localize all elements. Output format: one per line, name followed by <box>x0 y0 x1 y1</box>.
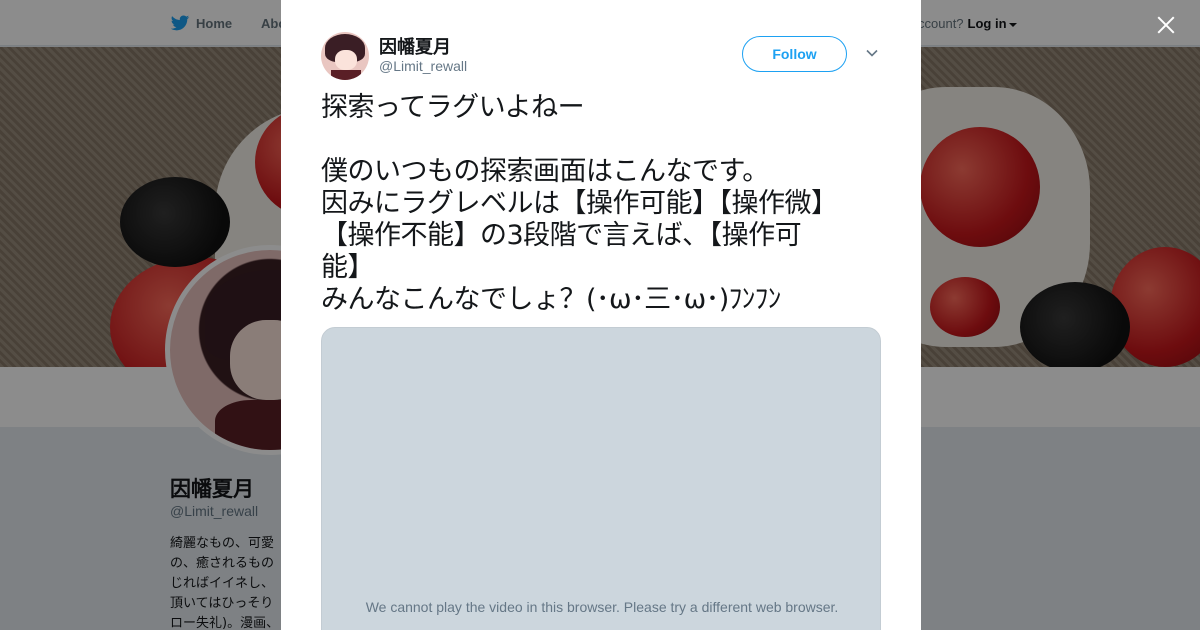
tweet-modal: 因幡夏月 @Limit_rewall Follow 探索ってラグいよねー 僕のい… <box>281 0 921 630</box>
tweet-text: 探索ってラグいよねー 僕のいつもの探索画面はこんなです。 因みにラグレベルは【操… <box>321 92 838 315</box>
close-icon[interactable] <box>1152 11 1180 39</box>
avatar-dress <box>331 70 361 80</box>
chevron-down-icon[interactable] <box>866 47 878 59</box>
video-player[interactable]: We cannot play the video in this browser… <box>321 327 881 630</box>
tweet-author-handle[interactable]: @Limit_rewall <box>379 58 467 74</box>
chevron-down-shape <box>866 49 878 57</box>
video-unsupported-message: We cannot play the video in this browser… <box>365 599 839 615</box>
tweet-author-avatar[interactable] <box>321 32 369 80</box>
follow-button[interactable]: Follow <box>742 36 847 72</box>
avatar-face <box>335 50 357 70</box>
tweet-author-name[interactable]: 因幡夏月 <box>379 33 451 59</box>
